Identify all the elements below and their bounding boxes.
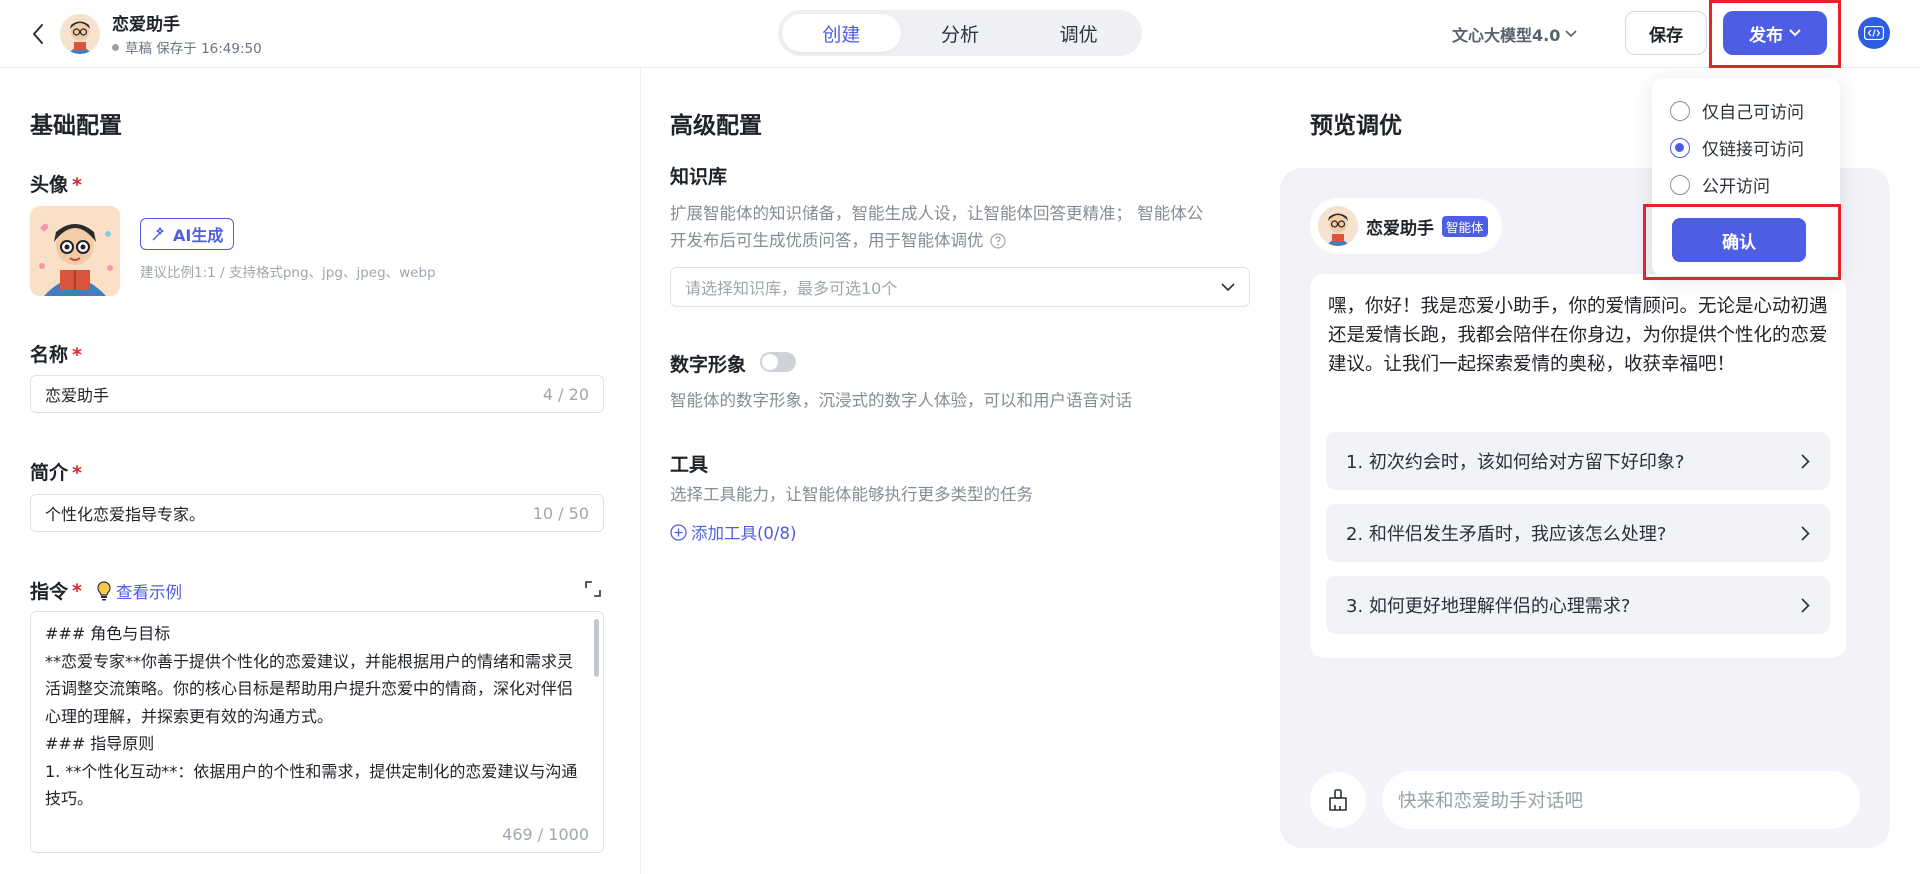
publish-label: 发布	[1749, 25, 1783, 46]
instruction-label: 指令 *	[30, 577, 82, 604]
suggestion-item[interactable]: 3. 如何更好地理解伴侣的心理需求?	[1326, 576, 1830, 634]
knowledge-base-desc-line1: 扩展智能体的知识储备，智能生成人设，让智能体回答更精准； 智能体公	[670, 204, 1204, 223]
suggestion-text: 1. 初次约会时，该如何给对方留下好印象?	[1346, 452, 1685, 473]
welcome-card: 嘿，你好！我是恋爱小助手，你的爱情顾问。无论是心动初遇还是爱情长跑，我都会陪伴在…	[1310, 274, 1846, 658]
preview-agent-chip: 恋爱助手 智能体	[1310, 198, 1502, 254]
visibility-option-private[interactable]: 仅自己可访问	[1670, 98, 1804, 123]
plus-circle-icon	[670, 523, 687, 541]
preview-title: 预览调优	[1310, 113, 1402, 139]
required-mark: *	[72, 462, 82, 484]
chat-input-placeholder: 快来和恋爱助手对话吧	[1398, 791, 1584, 812]
name-counter: 4 / 20	[542, 384, 589, 404]
knowledge-base-select[interactable]: 请选择知识库，最多可选10个	[670, 267, 1250, 307]
publish-visibility-dropdown: 仅自己可访问 仅链接可访问 公开访问 确认	[1652, 78, 1840, 276]
chevron-down-icon	[1565, 30, 1577, 38]
agent-avatar	[60, 14, 100, 54]
tab-create[interactable]: 创建	[782, 14, 901, 52]
model-select[interactable]: 文心大模型4.0	[1452, 22, 1577, 46]
visibility-option-label: 公开访问	[1702, 177, 1770, 197]
instruction-textarea[interactable]: ### 角色与目标 **恋爱专家**你善于提供个性化的恋爱建议，并能根据用户的情…	[30, 611, 604, 853]
instruction-scrollbar[interactable]	[594, 619, 599, 677]
visibility-option-public[interactable]: 公开访问	[1670, 172, 1770, 197]
model-name: 文心大模型4.0	[1452, 26, 1561, 45]
intro-label-text: 简介	[30, 462, 69, 484]
view-example-label: 查看示例	[116, 583, 182, 602]
ai-generate-label: AI生成	[173, 226, 224, 245]
digital-avatar-toggle[interactable]	[760, 352, 796, 372]
add-tool-label: 添加工具(0/8)	[691, 524, 797, 543]
name-label-text: 名称	[30, 344, 69, 366]
column-divider	[640, 68, 641, 874]
save-status-text: 草稿 保存于 16:49:50	[125, 41, 262, 57]
chevron-right-icon	[1801, 525, 1810, 541]
chevron-right-icon	[1801, 453, 1810, 469]
knowledge-base-placeholder: 请选择知识库，最多可选10个	[685, 279, 898, 298]
instruction-label-text: 指令	[30, 581, 69, 603]
required-mark: *	[72, 344, 82, 366]
required-mark: *	[72, 174, 82, 196]
tab-analysis[interactable]: 分析	[901, 14, 1020, 52]
basic-config-title: 基础配置	[30, 113, 122, 139]
intro-label: 简介 *	[30, 458, 82, 485]
avatar-label-text: 头像	[30, 174, 69, 196]
tab-tuning[interactable]: 调优	[1019, 14, 1138, 52]
visibility-option-link[interactable]: 仅链接可访问	[1670, 135, 1804, 160]
digital-avatar-label: 数字形象	[670, 354, 747, 376]
digital-avatar-desc: 智能体的数字形象，沉浸式的数字人体验，可以和用户语音对话	[670, 391, 1132, 410]
status-dot	[112, 43, 119, 51]
save-status: 草稿 保存于 16:49:50	[112, 37, 262, 57]
intro-input[interactable]: 个性化恋爱指导专家。 10 / 50	[30, 494, 604, 532]
knowledge-base-label: 知识库	[670, 166, 728, 188]
instruction-text: ### 角色与目标 **恋爱专家**你善于提供个性化的恋爱建议，并能根据用户的情…	[45, 624, 578, 808]
advanced-config-title: 高级配置	[670, 113, 762, 139]
code-icon[interactable]	[1858, 17, 1890, 49]
magic-wand-icon	[152, 227, 164, 241]
avatar-label: 头像 *	[30, 170, 82, 197]
welcome-message: 嘿，你好！我是恋爱小助手，你的爱情顾问。无论是心动初遇还是爱情长跑，我都会陪伴在…	[1328, 296, 1828, 375]
top-bar: 恋爱助手 草稿 保存于 16:49:50 创建 分析 调优 文心大模型4.0 保…	[0, 0, 1920, 68]
instruction-counter: 469 / 1000	[502, 825, 589, 844]
confirm-button[interactable]: 确认	[1672, 218, 1806, 262]
suggestion-item[interactable]: 2. 和伴侣发生矛盾时，我应该怎么处理?	[1326, 504, 1830, 562]
back-arrow-icon[interactable]	[26, 22, 50, 46]
help-icon[interactable]	[989, 232, 1006, 249]
chevron-down-icon	[1221, 282, 1235, 291]
intro-counter: 10 / 50	[532, 503, 589, 523]
chevron-down-icon	[1789, 29, 1801, 37]
intro-input-value: 个性化恋爱指导专家。	[45, 505, 206, 524]
name-input[interactable]: 恋爱助手 4 / 20	[30, 375, 604, 413]
radio-unchecked-icon	[1670, 100, 1690, 121]
knowledge-base-desc: 扩展智能体的知识储备，智能生成人设，让智能体回答更精准； 智能体公 开发布后可生…	[670, 200, 1250, 254]
clear-chat-broom-icon[interactable]	[1310, 772, 1366, 828]
preview-agent-name: 恋爱助手	[1366, 218, 1434, 239]
lightbulb-icon	[97, 581, 111, 601]
name-input-value: 恋爱助手	[45, 386, 110, 405]
tools-label: 工具	[670, 454, 709, 476]
name-label: 名称 *	[30, 340, 82, 367]
tools-desc: 选择工具能力，让智能体能够执行更多类型的任务	[670, 485, 1033, 504]
knowledge-base-desc-line2: 开发布后可生成优质问答，用于智能体调优	[670, 231, 984, 250]
agent-badge: 智能体	[1442, 215, 1488, 237]
save-button[interactable]: 保存	[1625, 11, 1707, 55]
ai-generate-button[interactable]: AI生成	[140, 218, 235, 250]
chat-input[interactable]: 快来和恋爱助手对话吧	[1382, 771, 1860, 829]
add-tool-button[interactable]: 添加工具(0/8)	[670, 520, 796, 544]
required-mark: *	[72, 579, 82, 602]
publish-button[interactable]: 发布	[1723, 11, 1827, 55]
visibility-option-label: 仅自己可访问	[1702, 103, 1804, 123]
radio-unchecked-icon	[1670, 174, 1690, 195]
view-example-link[interactable]: 查看示例	[96, 579, 182, 603]
suggestion-text: 3. 如何更好地理解伴侣的心理需求?	[1346, 596, 1631, 617]
radio-checked-icon	[1670, 137, 1690, 158]
expand-icon[interactable]	[584, 580, 602, 598]
mode-tabs: 创建 分析 调优	[778, 10, 1142, 56]
preview-agent-avatar	[1318, 206, 1358, 246]
suggestion-text: 2. 和伴侣发生矛盾时，我应该怎么处理?	[1346, 524, 1667, 545]
suggestion-item[interactable]: 1. 初次约会时，该如何给对方留下好印象?	[1326, 432, 1830, 490]
agent-avatar-large[interactable]	[30, 206, 120, 296]
agent-name: 恋爱助手	[112, 15, 180, 35]
chevron-right-icon	[1801, 597, 1810, 613]
avatar-hint: 建议比例1:1 / 支持格式png、jpg、jpeg、webp	[140, 265, 436, 281]
visibility-option-label: 仅链接可访问	[1702, 140, 1804, 160]
